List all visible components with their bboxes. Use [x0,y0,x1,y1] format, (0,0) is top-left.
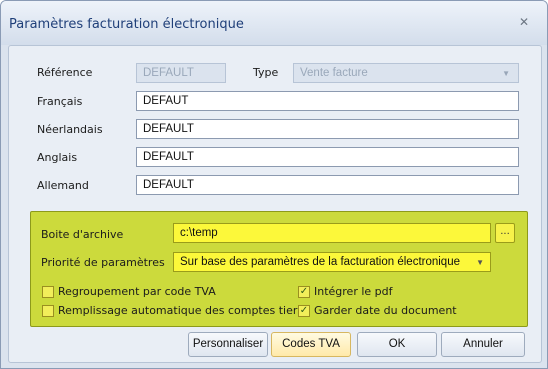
boite-archive-field[interactable]: c:\temp [173,223,491,243]
priorite-label: Priorité de paramètres [41,256,165,269]
garder-date-checkbox[interactable]: ✓ [298,305,310,317]
chevron-down-icon: ▼ [476,258,484,267]
reference-value: DEFAULT [143,67,194,79]
reference-label: Référence [37,66,93,79]
browse-button[interactable]: ... [495,223,515,243]
allemand-value: DEFAULT [143,179,194,191]
priorite-value: Sur base des paramètres de la facturatio… [180,256,460,268]
ok-button[interactable]: OK [357,332,437,357]
chevron-down-icon: ▼ [502,69,510,78]
regroupement-checkbox[interactable] [42,286,54,298]
allemand-label: Allemand [37,179,89,192]
integrer-pdf-label: Intégrer le pdf [314,285,393,298]
checkmark-icon: ✓ [299,286,309,297]
allemand-field[interactable]: DEFAULT [136,175,519,195]
boite-archive-label: Boite d'archive [41,228,124,241]
integrer-pdf-checkbox[interactable]: ✓ [298,286,310,298]
checkmark-icon: ✓ [299,305,309,316]
title-bar: Paramètres facturation électronique ✕ [1,1,547,45]
priorite-select[interactable]: Sur base des paramètres de la facturatio… [173,252,491,272]
dialog-window: Paramètres facturation électronique ✕ Ré… [0,0,548,369]
francais-label: Français [37,95,83,108]
neerlandais-field[interactable]: DEFAULT [136,119,519,139]
remplissage-label: Remplissage automatique des comptes tier… [58,304,304,317]
boite-archive-value: c:\temp [180,227,218,239]
type-label: Type [253,66,279,79]
remplissage-checkbox[interactable] [42,305,54,317]
annuler-button[interactable]: Annuler [441,332,525,357]
type-value: Vente facture [300,67,368,79]
close-icon[interactable]: ✕ [516,14,532,30]
francais-field[interactable]: DEFAUT [136,91,519,111]
codes-tva-button[interactable]: Codes TVA [271,332,351,357]
personnaliser-button[interactable]: Personnaliser [188,332,268,357]
anglais-label: Anglais [37,151,78,164]
neerlandais-value: DEFAULT [143,123,194,135]
reference-field: DEFAULT [136,63,226,83]
anglais-field[interactable]: DEFAULT [136,147,519,167]
francais-value: DEFAUT [143,95,189,107]
regroupement-label: Regroupement par code TVA [58,285,216,298]
type-select: Vente facture ▼ [293,63,519,83]
neerlandais-label: Néerlandais [37,123,103,136]
anglais-value: DEFAULT [143,151,194,163]
garder-date-label: Garder date du document [314,304,457,317]
dialog-title: Paramètres facturation électronique [9,17,244,32]
